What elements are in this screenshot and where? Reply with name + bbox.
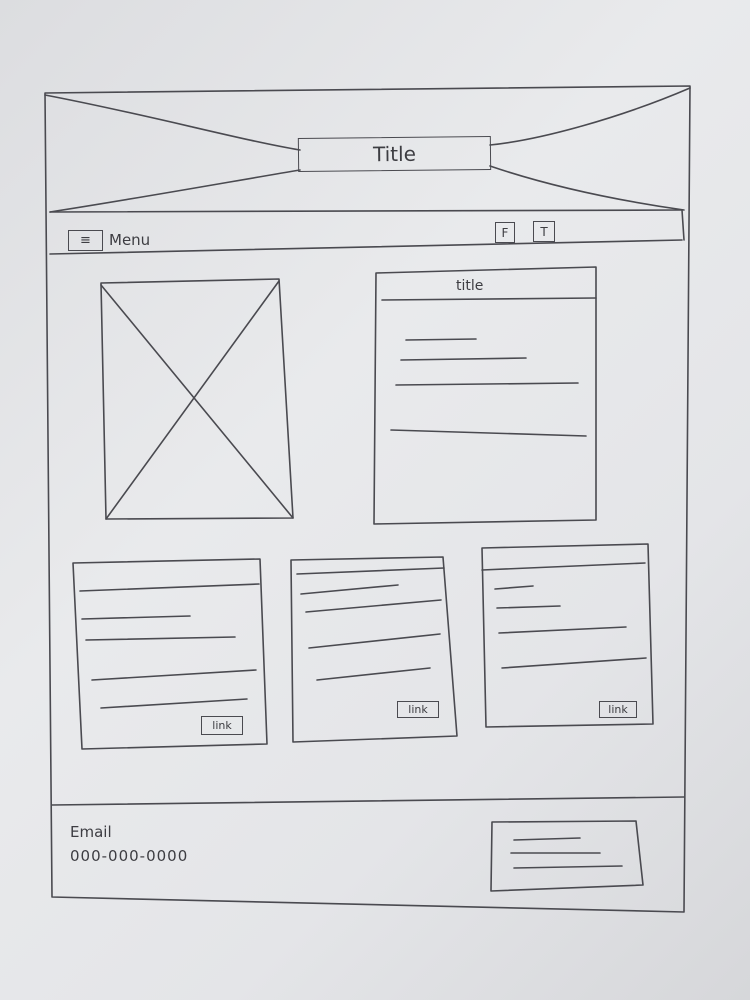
text-line (85, 636, 236, 641)
text-line (395, 382, 579, 386)
menu-button[interactable]: ≡ Menu (68, 229, 150, 251)
text-line (91, 669, 257, 681)
card-link-label: link (212, 719, 232, 732)
text-line (300, 584, 399, 595)
footer-divider (51, 796, 685, 806)
footer-box (490, 820, 644, 892)
text-line (316, 667, 431, 681)
banner-curve (49, 169, 301, 213)
text-line (494, 585, 534, 590)
card-link-label: link (408, 703, 428, 716)
text-line (81, 615, 191, 620)
header-divider (49, 209, 683, 213)
card-3-link[interactable]: link (599, 701, 637, 718)
card-frame (481, 543, 654, 728)
card-2-link[interactable]: link (397, 701, 439, 718)
header-title: Title (372, 141, 417, 167)
text-line (498, 626, 627, 634)
text-line (390, 429, 587, 437)
card-1-link[interactable]: link (201, 716, 243, 735)
text-line (501, 657, 647, 669)
content-panel-frame (373, 266, 597, 525)
image-cross-line (105, 280, 280, 520)
menu-label: Menu (109, 231, 151, 249)
text-line (513, 837, 581, 841)
hamburger-icon: ≡ (68, 229, 103, 251)
content-panel-title: title (456, 278, 484, 294)
text-line (100, 698, 248, 709)
twitter-label: T (540, 224, 548, 239)
text-line (405, 338, 477, 341)
banner-curve (44, 94, 301, 151)
text-line (79, 583, 260, 592)
image-cross-line (100, 284, 294, 519)
footer-email[interactable]: Email (70, 823, 112, 841)
footer-phone: 000-000-0000 (70, 847, 189, 865)
text-line (513, 865, 623, 869)
navbar-edge (681, 209, 685, 241)
banner-curve (489, 87, 691, 146)
text-line (305, 599, 442, 613)
text-line (308, 633, 441, 649)
facebook-label: F (501, 225, 509, 240)
header-title-box: Title (297, 135, 492, 173)
text-line (496, 605, 561, 609)
content-panel-title-divider (381, 297, 597, 301)
text-line (400, 357, 527, 361)
facebook-icon[interactable]: F (495, 222, 515, 243)
text-line (296, 567, 445, 575)
twitter-icon[interactable]: T (533, 221, 555, 242)
text-line (481, 562, 646, 571)
card-link-label: link (608, 703, 628, 716)
banner-curve (489, 165, 685, 211)
